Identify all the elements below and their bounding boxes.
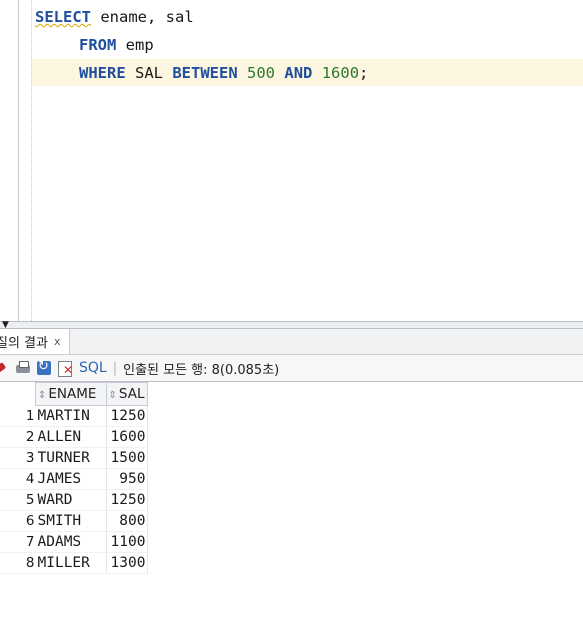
cell-ename[interactable]: MILLER [35, 552, 107, 574]
cell-sal[interactable]: 800 [106, 510, 149, 532]
cell-ename[interactable]: SMITH [35, 510, 107, 532]
row-number: 8 [0, 552, 36, 574]
row-number: 4 [0, 468, 36, 490]
pin-icon[interactable] [0, 360, 10, 376]
close-icon[interactable]: x [54, 335, 61, 348]
semicolon: ; [359, 64, 369, 82]
tab-query-result[interactable]: 질의 결과 x [0, 329, 70, 354]
row-number: 7 [0, 531, 36, 553]
cell-ename[interactable]: ALLEN [35, 426, 107, 448]
sort-icon[interactable]: ⇕ [38, 390, 46, 401]
cell-ename[interactable]: JAMES [35, 468, 107, 490]
column-label: ENAME [48, 386, 97, 402]
sql-button[interactable]: SQL [79, 360, 107, 376]
literal-500: 500 [247, 64, 276, 82]
results-tabbar: 질의 결과 x [0, 329, 583, 355]
fold-guide [31, 0, 32, 321]
gutter-divider [18, 0, 19, 321]
cell-sal[interactable]: 1300 [106, 552, 149, 574]
code-line-1[interactable]: SELECT ename, sal [35, 7, 194, 27]
refresh-icon[interactable] [36, 359, 52, 376]
cell-sal[interactable]: 950 [106, 468, 149, 490]
table-row[interactable]: 7 ADAMS 1100 [0, 531, 149, 553]
result-grid[interactable]: ⇕ ENAME ⇕ SAL 1 MARTIN 1250 2 ALLEN 1600 3 TURN… [0, 382, 149, 574]
pane-splitter[interactable]: ▼ [0, 321, 583, 330]
cell-ename[interactable]: TURNER [35, 447, 107, 469]
column-label: SAL [118, 386, 145, 402]
grid-header-row: ⇕ ENAME ⇕ SAL [0, 382, 149, 406]
collapse-arrow-icon[interactable]: ▼ [2, 321, 9, 330]
row-number: 3 [0, 447, 36, 469]
keyword-select: SELECT [35, 8, 91, 26]
table-name: emp [116, 36, 154, 54]
table-row[interactable]: 2 ALLEN 1600 [0, 426, 149, 448]
row-number: 2 [0, 426, 36, 448]
keyword-between: BETWEEN [172, 64, 238, 82]
table-row[interactable]: 4 JAMES 950 [0, 468, 149, 490]
code-line-3[interactable]: WHERE SAL BETWEEN 500 AND 1600; [79, 63, 368, 83]
cell-sal[interactable]: 1250 [106, 405, 149, 427]
export-icon[interactable] [57, 360, 73, 377]
column-sal: SAL [125, 64, 173, 82]
code-line-2[interactable]: FROM emp [79, 35, 154, 55]
keyword-where: WHERE [79, 64, 126, 82]
toolbar-separator: | [112, 360, 118, 376]
sort-icon[interactable]: ⇕ [109, 390, 117, 401]
literal-1600: 1600 [321, 64, 360, 82]
results-toolbar: SQL | 인출된 모든 행: 8(0.085초) [0, 355, 583, 382]
cell-sal[interactable]: 1250 [106, 489, 149, 511]
table-row[interactable]: 3 TURNER 1500 [0, 447, 149, 469]
column-header-ename[interactable]: ⇕ ENAME [35, 382, 107, 406]
cell-sal[interactable]: 1100 [106, 531, 149, 553]
cell-sal[interactable]: 1500 [106, 447, 149, 469]
tab-label: 질의 결과 [0, 336, 48, 351]
fetch-status: 인출된 모든 행: 8(0.085초) [123, 362, 280, 378]
cell-sal[interactable]: 1600 [106, 426, 149, 448]
cell-ename[interactable]: WARD [35, 489, 107, 511]
column-header-sal[interactable]: ⇕ SAL [105, 382, 149, 406]
table-row[interactable]: 6 SMITH 800 [0, 510, 149, 532]
table-row[interactable]: 8 MILLER 1300 [0, 552, 149, 574]
row-number-header [0, 382, 36, 406]
sql-editor[interactable]: SELECT ename, sal FROM emp WHERE SAL BET… [0, 0, 583, 321]
row-number: 6 [0, 510, 36, 532]
row-number: 1 [0, 405, 36, 427]
select-columns: ename, sal [91, 8, 194, 26]
row-number: 5 [0, 489, 36, 511]
print-icon[interactable] [15, 360, 31, 376]
keyword-and: AND [284, 64, 313, 82]
table-row[interactable]: 1 MARTIN 1250 [0, 405, 149, 427]
cell-ename[interactable]: ADAMS [35, 531, 107, 553]
cell-ename[interactable]: MARTIN [35, 405, 107, 427]
table-row[interactable]: 5 WARD 1250 [0, 489, 149, 511]
keyword-from: FROM [79, 36, 117, 54]
